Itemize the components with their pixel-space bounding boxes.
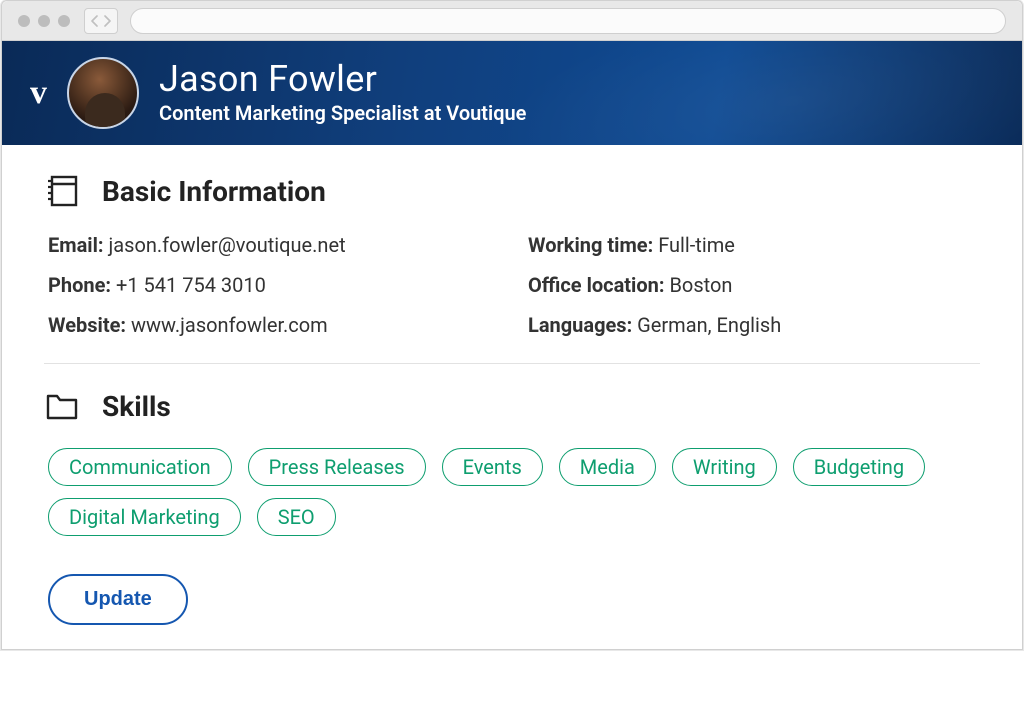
label: Email: (48, 233, 104, 257)
value: www.jasonfowler.com (131, 313, 328, 337)
skills-title: Skills (102, 390, 171, 423)
avatar (67, 57, 139, 129)
label: Working time: (528, 233, 653, 257)
value: Boston (669, 273, 732, 297)
skills-header: Skills (44, 388, 980, 424)
browser-frame: v Jason Fowler Content Marketing Special… (1, 0, 1023, 650)
value: +1 541 754 3010 (116, 273, 266, 297)
label: Website: (48, 313, 126, 337)
label: Office location: (528, 273, 664, 297)
skill-pill[interactable]: Media (559, 448, 656, 486)
skills-list: Communication Press Releases Events Medi… (48, 448, 980, 536)
window-controls (18, 15, 70, 27)
value: Full-time (658, 233, 735, 257)
minimize-dot[interactable] (38, 15, 50, 27)
browser-title-bar (2, 1, 1022, 41)
label: Phone: (48, 273, 111, 297)
skill-pill[interactable]: SEO (257, 498, 336, 536)
profile-header: v Jason Fowler Content Marketing Special… (2, 41, 1022, 145)
profile-name: Jason Fowler (159, 61, 526, 99)
update-button[interactable]: Update (48, 574, 188, 625)
basic-info-header: Basic Information (44, 173, 980, 209)
field-languages: Languages: German, English (528, 313, 980, 337)
name-block: Jason Fowler Content Marketing Specialis… (159, 61, 526, 125)
field-office-location: Office location: Boston (528, 273, 980, 297)
skill-pill[interactable]: Writing (672, 448, 777, 486)
maximize-dot[interactable] (58, 15, 70, 27)
value: jason.fowler@voutique.net (108, 233, 345, 257)
field-website: Website: www.jasonfowler.com (48, 313, 500, 337)
value: German, English (637, 313, 781, 337)
field-working-time: Working time: Full-time (528, 233, 980, 257)
chevrons-icon (89, 14, 113, 28)
basic-info-grid: Email: jason.fowler@voutique.net Working… (48, 233, 980, 337)
field-email: Email: jason.fowler@voutique.net (48, 233, 500, 257)
content-area: Basic Information Email: jason.fowler@vo… (2, 145, 1022, 649)
nav-back-forward[interactable] (84, 8, 118, 34)
basic-info-title: Basic Information (102, 175, 326, 208)
notebook-icon (44, 173, 80, 209)
field-phone: Phone: +1 541 754 3010 (48, 273, 500, 297)
url-bar[interactable] (130, 8, 1006, 34)
skill-pill[interactable]: Digital Marketing (48, 498, 241, 536)
label: Languages: (528, 313, 632, 337)
profile-subtitle: Content Marketing Specialist at Voutique (159, 101, 526, 125)
skill-pill[interactable]: Press Releases (248, 448, 426, 486)
skill-pill[interactable]: Budgeting (793, 448, 925, 486)
app-logo: v (30, 74, 47, 112)
section-divider (44, 363, 980, 364)
close-dot[interactable] (18, 15, 30, 27)
skill-pill[interactable]: Communication (48, 448, 232, 486)
skill-pill[interactable]: Events (442, 448, 543, 486)
folder-icon (44, 388, 80, 424)
